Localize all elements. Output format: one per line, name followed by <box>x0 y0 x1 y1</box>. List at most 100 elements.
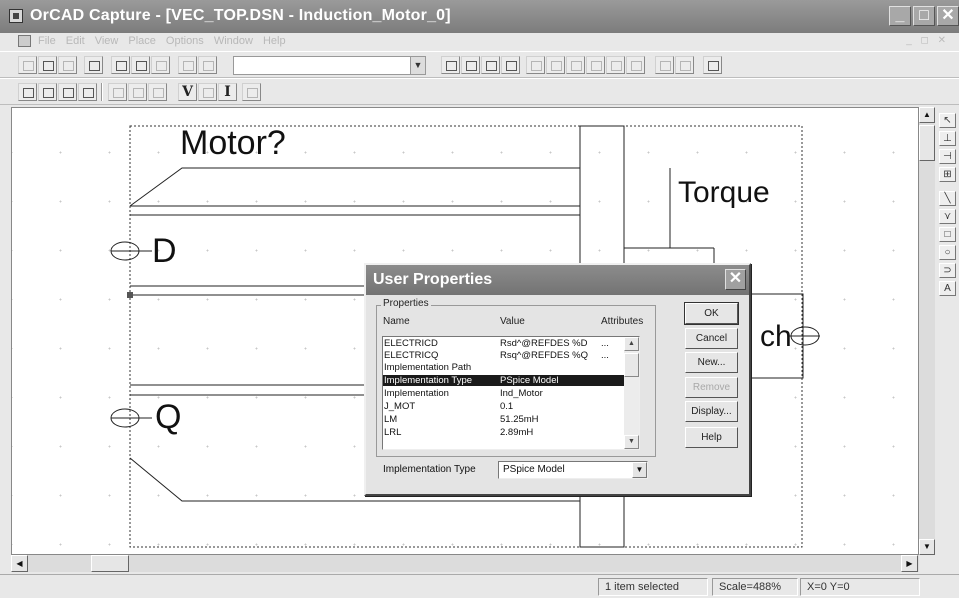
arc-tool-icon[interactable]: ⊃ <box>939 263 956 278</box>
menu-place[interactable]: Place <box>128 35 156 47</box>
menu-file[interactable]: File <box>38 35 56 47</box>
menu-edit[interactable]: Edit <box>66 35 85 47</box>
power-probe-icon[interactable] <box>148 83 167 101</box>
snap-grid-icon[interactable] <box>655 56 674 74</box>
place-pin-icon[interactable]: ⊣ <box>939 149 956 164</box>
list-item[interactable]: Implementation Ind_Motor <box>383 388 625 399</box>
property-value: Ind_Motor <box>500 388 543 399</box>
cross-ref-icon[interactable] <box>606 56 625 74</box>
part-combo[interactable] <box>233 56 420 75</box>
list-item[interactable]: ELECTRICD Rsd^@REFDES %D ... <box>383 338 625 349</box>
differential-marker-icon[interactable] <box>198 83 217 101</box>
list-item[interactable]: Implementation Path <box>383 362 625 373</box>
menu-options[interactable]: Options <box>166 35 204 47</box>
bom-icon[interactable] <box>626 56 645 74</box>
property-name: ELECTRICQ <box>384 350 439 361</box>
netlist-icon[interactable] <box>586 56 605 74</box>
drc-icon[interactable] <box>566 56 585 74</box>
edit-simulation-icon[interactable] <box>38 83 57 101</box>
zoom-in-icon[interactable] <box>441 56 460 74</box>
list-item[interactable]: J_MOT 0.1 <box>383 401 625 412</box>
chevron-down-icon[interactable]: ▼ <box>410 56 426 75</box>
list-item[interactable]: LRL 2.89mH <box>383 427 625 438</box>
cut-icon[interactable] <box>111 56 130 74</box>
zoom-all-icon[interactable] <box>501 56 520 74</box>
display-button[interactable]: Display... <box>685 401 738 422</box>
new-simulation-icon[interactable] <box>18 83 37 101</box>
bias-display-icon[interactable] <box>242 83 261 101</box>
place-pin-array-icon[interactable]: ⊞ <box>939 167 956 182</box>
coordinates-status: X=0 Y=0 <box>800 578 920 596</box>
app-icon[interactable] <box>9 9 23 23</box>
minimize-button[interactable]: _ <box>889 6 911 26</box>
implementation-type-label: Implementation Type <box>383 464 476 475</box>
implementation-type-select[interactable]: PSpice Model ▼ <box>498 461 648 479</box>
ok-button[interactable]: OK <box>684 302 739 325</box>
place-part-icon[interactable]: ⊥ <box>939 131 956 146</box>
column-header-name[interactable]: Name <box>383 316 410 327</box>
list-item-selected[interactable]: Implementation Type PSpice Model <box>383 375 625 386</box>
copy-icon[interactable] <box>131 56 150 74</box>
menu-view[interactable]: View <box>95 35 119 47</box>
redo-icon[interactable] <box>198 56 217 74</box>
vertical-scroll-thumb[interactable] <box>919 125 935 161</box>
property-value: Rsq^@REFDES %Q <box>500 350 589 361</box>
column-header-value[interactable]: Value <box>500 316 525 327</box>
ellipse-tool-icon[interactable]: ○ <box>939 245 956 260</box>
view-results-icon[interactable] <box>78 83 97 101</box>
undo-icon[interactable] <box>178 56 197 74</box>
annotate-icon[interactable] <box>526 56 545 74</box>
text-tool-icon[interactable]: A <box>939 281 956 296</box>
close-button[interactable]: ✕ <box>937 6 959 26</box>
menu-help[interactable]: Help <box>263 35 286 47</box>
new-property-button[interactable]: New... <box>685 352 738 373</box>
project-manager-icon[interactable] <box>675 56 694 74</box>
save-icon[interactable] <box>58 56 77 74</box>
remove-button[interactable]: Remove <box>685 377 738 398</box>
probe-diff-icon[interactable] <box>128 83 147 101</box>
print-icon[interactable] <box>84 56 103 74</box>
voltage-marker-icon[interactable]: V <box>178 83 197 101</box>
zoom-out-icon[interactable] <box>461 56 480 74</box>
list-scroll-up-icon[interactable]: ▲ <box>624 337 639 351</box>
vertical-scrollbar[interactable]: ▲ ▼ <box>919 107 935 555</box>
list-scroll-down-icon[interactable]: ▼ <box>624 435 639 449</box>
list-scrollbar[interactable]: ▲ ▼ <box>624 337 639 449</box>
help-icon[interactable] <box>703 56 722 74</box>
document-icon[interactable] <box>18 35 31 47</box>
list-scroll-thumb[interactable] <box>624 353 639 377</box>
current-marker-icon[interactable]: I <box>218 83 237 101</box>
draw-palette: ↖ ⊥ ⊣ ⊞ ╲ ⋎ □ ○ ⊃ A <box>936 107 959 555</box>
chevron-down-icon[interactable]: ▼ <box>632 462 647 478</box>
scroll-left-icon[interactable]: ◀ <box>11 555 28 572</box>
list-item[interactable]: LM 51.25mH <box>383 414 625 425</box>
maximize-button[interactable]: □ <box>913 6 935 26</box>
help-button[interactable]: Help <box>685 427 738 448</box>
run-icon[interactable] <box>58 83 77 101</box>
implementation-type-value: PSpice Model <box>503 464 565 475</box>
paste-icon[interactable] <box>151 56 170 74</box>
polyline-tool-icon[interactable]: ⋎ <box>939 209 956 224</box>
scroll-up-icon[interactable]: ▲ <box>919 107 935 123</box>
scroll-down-icon[interactable]: ▼ <box>919 539 935 555</box>
select-tool-icon[interactable]: ↖ <box>939 113 956 128</box>
line-tool-icon[interactable]: ╲ <box>939 191 956 206</box>
properties-list[interactable]: ELECTRICD Rsd^@REFDES %D ... ELECTRICQ R… <box>382 336 640 450</box>
column-header-attributes[interactable]: Attributes <box>601 316 643 327</box>
open-file-icon[interactable] <box>38 56 57 74</box>
rectangle-tool-icon[interactable]: □ <box>939 227 956 242</box>
dialog-close-icon[interactable]: ✕ <box>725 269 746 290</box>
mdi-controls[interactable]: _ ◻ ✕ <box>906 35 949 46</box>
backannotate-icon[interactable] <box>546 56 565 74</box>
cancel-button[interactable]: Cancel <box>685 328 738 349</box>
toolbar-separator <box>101 83 103 101</box>
probe-icon[interactable] <box>108 83 127 101</box>
new-file-icon[interactable] <box>18 56 37 74</box>
scroll-right-icon[interactable]: ▶ <box>901 555 918 572</box>
property-value: 0.1 <box>500 401 514 412</box>
horizontal-scroll-thumb[interactable] <box>91 555 129 572</box>
zoom-area-icon[interactable] <box>481 56 500 74</box>
list-item[interactable]: ELECTRICQ Rsq^@REFDES %Q ... <box>383 350 625 361</box>
menu-window[interactable]: Window <box>214 35 253 47</box>
horizontal-scrollbar[interactable]: ◀ ▶ <box>11 555 919 572</box>
